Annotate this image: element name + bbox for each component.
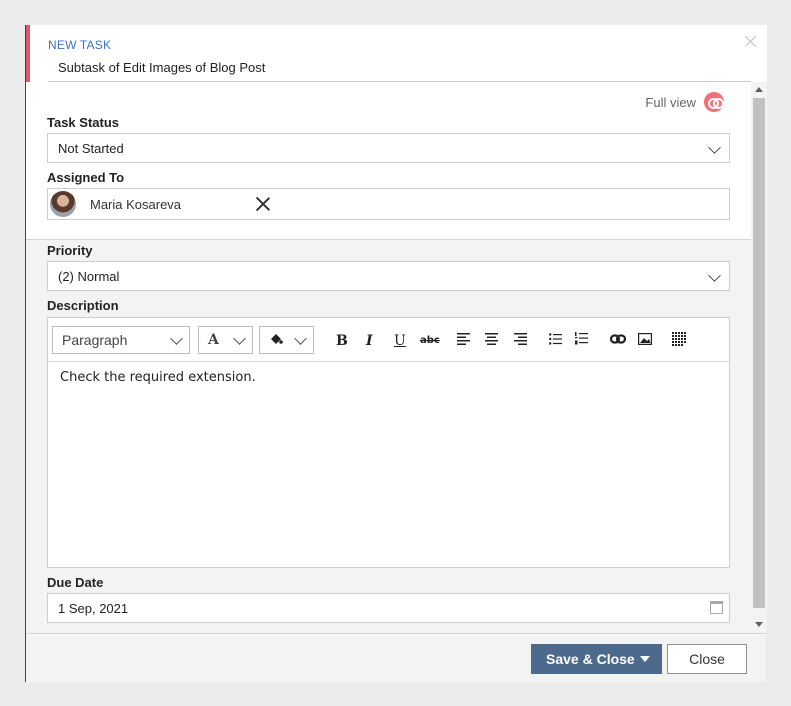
priority-label: Priority (47, 243, 93, 258)
dialog-header: NEW TASK Subtask of Edit Images of Blog … (26, 25, 767, 82)
save-and-close-button[interactable]: Save & Close (531, 644, 662, 674)
task-status-value: Not Started (58, 140, 124, 156)
close-button[interactable]: Close (667, 644, 747, 674)
task-status-label: Task Status (47, 115, 120, 130)
paint-bucket-icon (269, 332, 283, 348)
bullet-list-icon[interactable] (549, 332, 562, 350)
block-format-value: Paragraph (62, 332, 128, 348)
dialog-eyebrow: NEW TASK (48, 38, 112, 52)
due-date-input[interactable]: 1 Sep, 2021 (47, 593, 730, 623)
align-right-icon[interactable] (514, 332, 527, 350)
description-editor: Paragraph A B I U abc Check the required… (47, 317, 730, 568)
chevron-down-icon (708, 269, 721, 282)
chevron-down-icon (294, 332, 307, 345)
footer-divider (26, 633, 767, 634)
calendar-icon[interactable] (710, 601, 723, 614)
link-icon[interactable] (609, 332, 627, 350)
image-icon[interactable] (637, 332, 653, 350)
dialog-close-icon[interactable] (744, 34, 758, 48)
description-text-area[interactable]: Check the required extension. (48, 362, 729, 393)
align-center-icon[interactable] (485, 332, 498, 350)
strikethrough-button[interactable]: abc (420, 332, 440, 350)
task-title-input[interactable]: Subtask of Edit Images of Blog Post (58, 60, 265, 75)
priority-value: (2) Normal (58, 268, 120, 284)
align-left-icon[interactable] (457, 332, 470, 350)
assignee-chip: Maria Kosareva (50, 189, 182, 219)
scrollbar-thumb[interactable] (753, 98, 765, 608)
bold-button[interactable]: B (336, 332, 348, 350)
assignee-name: Maria Kosareva (90, 196, 182, 212)
background-color-select[interactable] (259, 326, 314, 354)
priority-select[interactable]: (2) Normal (47, 261, 730, 291)
caret-down-icon[interactable] (640, 656, 650, 662)
font-color-select[interactable]: A (198, 326, 253, 354)
due-date-label: Due Date (47, 575, 104, 590)
task-status-select[interactable]: Not Started (47, 133, 730, 163)
underline-button[interactable]: U (394, 332, 406, 350)
chevron-down-icon (708, 141, 721, 154)
editor-toolbar: Paragraph A B I U abc (48, 318, 729, 362)
full-view-label: Full view (645, 94, 696, 110)
description-label: Description (47, 298, 119, 313)
table-icon[interactable] (672, 332, 686, 350)
assigned-to-field[interactable]: Maria Kosareva (47, 188, 730, 220)
remove-assignee-icon[interactable] (255, 196, 271, 212)
italic-button[interactable]: I (366, 332, 373, 350)
chevron-down-icon (170, 332, 183, 345)
scroll-up-icon[interactable] (755, 87, 763, 92)
due-date-value: 1 Sep, 2021 (58, 600, 129, 616)
numbered-list-icon[interactable] (575, 332, 588, 350)
font-color-icon: A (208, 332, 219, 348)
new-task-dialog: NEW TASK Subtask of Edit Images of Blog … (25, 25, 767, 682)
full-view-toggle[interactable]: Full view (645, 92, 724, 112)
assigned-to-label: Assigned To (47, 170, 125, 185)
avatar (50, 191, 76, 217)
block-format-select[interactable]: Paragraph (52, 326, 190, 354)
scroll-down-icon[interactable] (755, 622, 763, 627)
chevron-down-icon (233, 332, 246, 345)
toggle-view-icon[interactable] (704, 92, 724, 112)
save-and-close-label: Save & Close (546, 651, 635, 667)
